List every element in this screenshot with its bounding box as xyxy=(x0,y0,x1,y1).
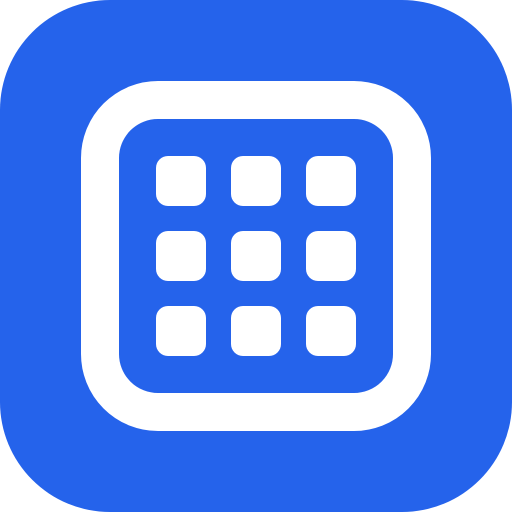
grid-app-icon xyxy=(0,0,512,512)
grid-dot-2-1 xyxy=(156,231,206,281)
grid-dot-2-3 xyxy=(306,231,356,281)
grid-dot-1-3 xyxy=(306,156,356,206)
grid-dot-1-2 xyxy=(231,156,281,206)
grid-dot-3-2 xyxy=(231,306,281,356)
grid-dots xyxy=(156,156,356,356)
grid-dot-3-1 xyxy=(156,306,206,356)
grid-dot-1-1 xyxy=(156,156,206,206)
app-icon[interactable] xyxy=(0,0,512,512)
grid-dot-3-3 xyxy=(306,306,356,356)
grid-dot-2-2 xyxy=(231,231,281,281)
